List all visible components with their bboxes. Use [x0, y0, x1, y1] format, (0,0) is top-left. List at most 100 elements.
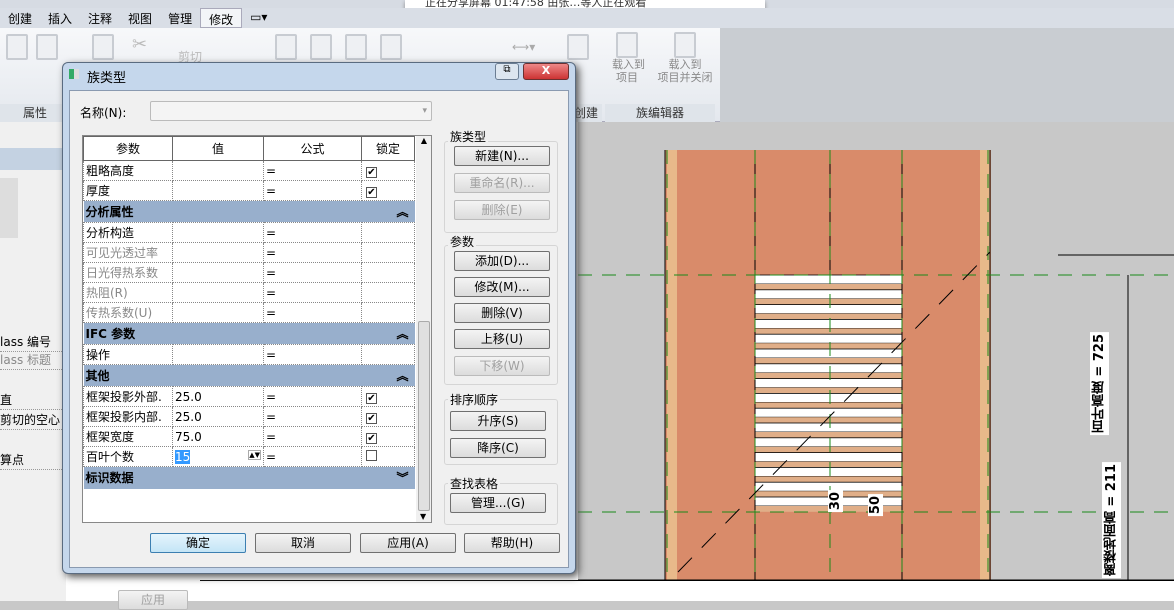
spinner-icon[interactable]: ▲▼ [248, 449, 261, 460]
tab-create[interactable]: 创建 [0, 8, 40, 28]
parameter-row[interactable]: 分析构造 = [83, 222, 415, 243]
dimension-30[interactable]: 30 [828, 490, 843, 513]
parameter-formula-input[interactable]: = [263, 262, 362, 283]
panel-toggle-icon[interactable]: ▭▾ [242, 8, 275, 28]
delete-parameter-button[interactable]: 删除(V) [454, 303, 550, 323]
parameter-formula-input[interactable]: = [263, 160, 362, 181]
mirror-icon[interactable] [345, 34, 367, 60]
modify-parameter-button[interactable]: 修改(M)... [454, 277, 550, 297]
tab-modify[interactable]: 修改 [200, 8, 243, 28]
expand-icon[interactable]: ︾ [361, 466, 415, 489]
add-parameter-button[interactable]: 添加(D)... [454, 251, 550, 271]
parameter-value-input[interactable] [172, 302, 264, 323]
parameter-row[interactable]: 框架投影内部. 25.0 = ✔ [83, 406, 415, 427]
paste-icon[interactable] [92, 34, 114, 60]
apply-button[interactable]: 应用(A) [360, 533, 456, 553]
move-up-button[interactable]: 上移(U) [454, 329, 550, 349]
tab-insert[interactable]: 插入 [40, 8, 80, 28]
parameter-row[interactable]: 热阻(R) = [83, 282, 415, 303]
parameter-formula-input[interactable]: = [263, 406, 362, 427]
section-header[interactable]: 分析属性 ︽ [83, 200, 415, 223]
scroll-up-icon[interactable]: ▲ [416, 136, 431, 145]
new-type-button[interactable]: 新建(N)... [454, 146, 550, 166]
table-scrollbar[interactable]: ▲ ▼ [416, 136, 431, 522]
parameter-value-input[interactable]: 15 ▲▼ [172, 446, 264, 467]
scroll-thumb[interactable] [418, 321, 430, 511]
parameter-value-input[interactable]: 75.0 [172, 426, 264, 447]
scroll-down-icon[interactable]: ▼ [420, 512, 426, 521]
column-header-formula[interactable]: 公式 [263, 136, 362, 161]
parameter-value-input[interactable] [172, 344, 264, 365]
parameter-formula-input[interactable]: = [263, 446, 362, 467]
parameter-row[interactable]: 传热系数(U) = [83, 302, 415, 323]
parameter-formula-input[interactable]: = [263, 426, 362, 447]
ok-button[interactable]: 确定 [150, 533, 246, 553]
parameter-row[interactable]: 框架宽度 75.0 = ✔ [83, 426, 415, 447]
tab-view[interactable]: 视图 [120, 8, 160, 28]
mirror-draw-icon[interactable] [380, 34, 402, 60]
align-icon[interactable] [275, 34, 297, 60]
apply-properties-button[interactable]: 应用 [118, 590, 188, 610]
section-header[interactable]: IFC 参数 ︽ [83, 322, 415, 345]
parameter-value-input[interactable]: 25.0 [172, 406, 264, 427]
parameter-value-input[interactable] [172, 242, 264, 263]
parameter-value-input[interactable] [172, 180, 264, 201]
delete-type-button[interactable]: 删除(E) [454, 200, 550, 220]
parameter-row[interactable]: 日光得热系数 = [83, 262, 415, 283]
help-button[interactable]: 帮助(H) [464, 533, 560, 553]
parameter-row[interactable]: 百叶个数 15 ▲▼ = [83, 446, 415, 467]
parameter-formula-input[interactable]: = [263, 242, 362, 263]
cancel-button[interactable]: 取消 [255, 533, 351, 553]
create-icon[interactable] [567, 34, 589, 60]
tab-annotate[interactable]: 注释 [80, 8, 120, 28]
lock-checkbox[interactable]: ✔ [366, 412, 377, 424]
lock-checkbox[interactable]: ✔ [366, 186, 377, 198]
parameter-formula-input[interactable]: = [263, 302, 362, 323]
load-into-project-button[interactable]: 载入到 项目 [612, 32, 645, 84]
parameter-formula-input[interactable]: = [263, 386, 362, 407]
manage-lookup-tables-button[interactable]: 管理...(G) [450, 493, 546, 513]
parameter-formula-input[interactable]: = [263, 282, 362, 303]
parameter-row[interactable]: 框架投影外部. 25.0 = ✔ [83, 386, 415, 407]
restore-icon[interactable]: ⧉ [495, 63, 519, 80]
cut-icon[interactable]: ✂ [132, 34, 147, 55]
parameter-value-input[interactable] [172, 262, 264, 283]
section-header[interactable]: 其他 ︽ [83, 364, 415, 387]
tab-manage[interactable]: 管理 [160, 8, 200, 28]
lock-checkbox[interactable]: ✔ [366, 432, 377, 444]
louver-height-dimension[interactable]: 百叶高度 = 725 [1090, 332, 1109, 436]
lock-checkbox[interactable]: ✔ [366, 392, 377, 404]
close-icon[interactable]: X [523, 63, 569, 80]
section-header[interactable]: 标识数据 ︾ [83, 466, 415, 489]
name-dropdown[interactable]: ▾ [150, 101, 432, 121]
dimension-50[interactable]: 50 [868, 494, 883, 517]
measure-icon[interactable]: ⟷▾ [512, 40, 535, 54]
type-properties-icon[interactable] [36, 34, 58, 60]
sill-height-dimension[interactable]: 离楼地面高 = 211 [1102, 462, 1121, 579]
parameter-row[interactable]: 可见光透过率 = [83, 242, 415, 263]
parameter-formula-input[interactable]: = [263, 222, 362, 243]
parameter-row[interactable]: 粗略高度 = ✔ [83, 160, 415, 181]
move-down-button[interactable]: 下移(W) [454, 356, 550, 376]
collapse-icon[interactable]: ︽ [361, 364, 415, 387]
drawing-canvas[interactable]: 30 50 百叶高度 = 725 离楼地面高 = 211 [578, 122, 1174, 601]
properties-icon[interactable] [6, 34, 28, 60]
rename-type-button[interactable]: 重命名(R)... [454, 173, 550, 193]
parameter-formula-input[interactable]: = [263, 180, 362, 201]
offset-icon[interactable] [310, 34, 332, 60]
parameter-formula-input[interactable]: = [263, 344, 362, 365]
parameter-value-input[interactable]: 25.0 [172, 386, 264, 407]
parameter-value-input[interactable] [172, 222, 264, 243]
lock-checkbox[interactable] [366, 449, 377, 461]
load-into-project-close-button[interactable]: 载入到 项目并关闭 [655, 32, 715, 84]
sort-descending-button[interactable]: 降序(C) [450, 438, 546, 458]
column-header-parameter[interactable]: 参数 [83, 136, 173, 161]
collapse-icon[interactable]: ︽ [361, 200, 415, 223]
parameter-row[interactable]: 厚度 = ✔ [83, 180, 415, 201]
collapse-icon[interactable]: ︽ [361, 322, 415, 345]
column-header-value[interactable]: 值 [172, 136, 264, 161]
sort-ascending-button[interactable]: 升序(S) [450, 411, 546, 431]
lock-checkbox[interactable]: ✔ [366, 166, 377, 178]
parameter-value-input[interactable] [172, 160, 264, 181]
column-header-lock[interactable]: 锁定 [361, 136, 415, 161]
